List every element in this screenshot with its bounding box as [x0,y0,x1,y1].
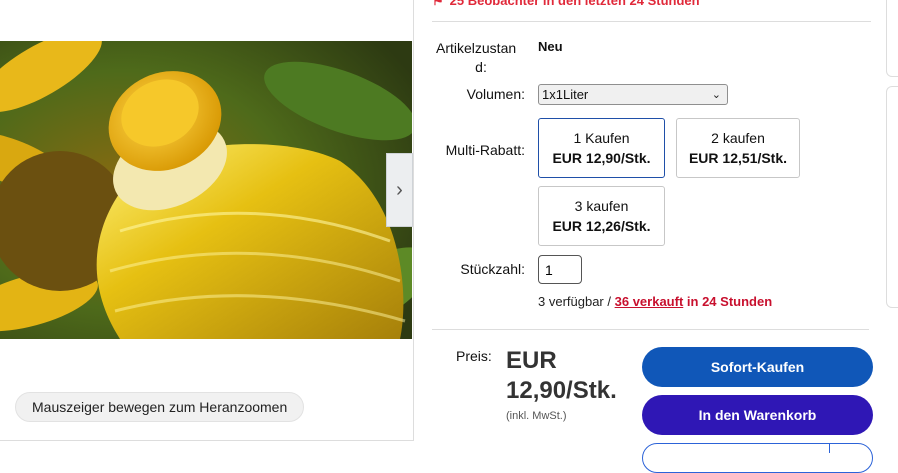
vat-note: (inkl. MwSt.) [506,410,567,422]
next-image-button[interactable]: › [386,153,413,227]
condition-label: Artikelzustan d: [436,39,526,77]
rabatt-tile-price: EUR 12,26/Stk. [552,218,651,234]
volume-selected-value: 1x1Liter [542,87,589,102]
volume-select[interactable]: 1x1Liter ⌄ [538,84,728,105]
chevron-down-icon: ⌄ [711,89,721,101]
condition-value: Neu [538,39,563,54]
image-panel: › Mauszeiger bewegen zum Heranzoomen [0,0,414,441]
rabatt-tile-price: EUR 12,51/Stk. [688,150,788,166]
product-image[interactable] [0,41,412,339]
watch-button-divider [829,443,830,453]
price-label: Preis: [456,348,492,364]
zoom-hint: Mauszeiger bewegen zum Heranzoomen [15,392,305,422]
add-to-cart-button[interactable]: In den Warenkorb [642,395,873,435]
divider-price [432,329,869,330]
volume-label: Volumen: [466,86,525,102]
buy-now-button[interactable]: Sofort-Kaufen [642,347,873,387]
fire-icon: ⚑ [432,0,444,8]
sold-period: in 24 Stunden [686,294,773,309]
side-card-middle [886,86,898,308]
available-count: 3 verfügbar / [538,294,611,309]
multi-rabatt-label: Multi-Rabatt: [445,142,525,158]
sold-link[interactable]: 36 verkauft [615,294,684,309]
side-card-top [886,0,898,77]
quantity-label: Stückzahl: [460,261,525,277]
watch-button[interactable] [642,443,873,473]
availability-info: 3 verfügbar / 36 verkauft in 24 Stunden [538,294,772,309]
watchers-info: ⚑ 25 Beobachter in den letzten 24 Stunde… [432,0,700,9]
quantity-input[interactable] [538,255,582,284]
rabatt-tile-price: EUR 12,90/Stk. [552,150,651,166]
rabatt-tile-3[interactable]: 3 kaufen EUR 12,26/Stk. [538,186,665,246]
rabatt-tile-qty: 3 kaufen [574,198,629,214]
rabatt-tile-qty: 2 kaufen [711,130,765,146]
rabatt-tile-1[interactable]: 1 Kaufen EUR 12,90/Stk. [538,118,665,178]
chevron-right-icon: › [396,178,403,201]
rabatt-tile-qty: 1 Kaufen [573,130,630,146]
rabatt-tile-2[interactable]: 2 kaufen EUR 12,51/Stk. [676,118,800,178]
condition-label-line2: d: [475,59,487,75]
divider-top [432,21,871,22]
condition-label-line1: Artikelzustan [436,40,517,56]
watchers-text: 25 Beobachter in den letzten 24 Stunden [449,0,700,8]
price-value: EUR 12,90/Stk. [506,347,617,404]
